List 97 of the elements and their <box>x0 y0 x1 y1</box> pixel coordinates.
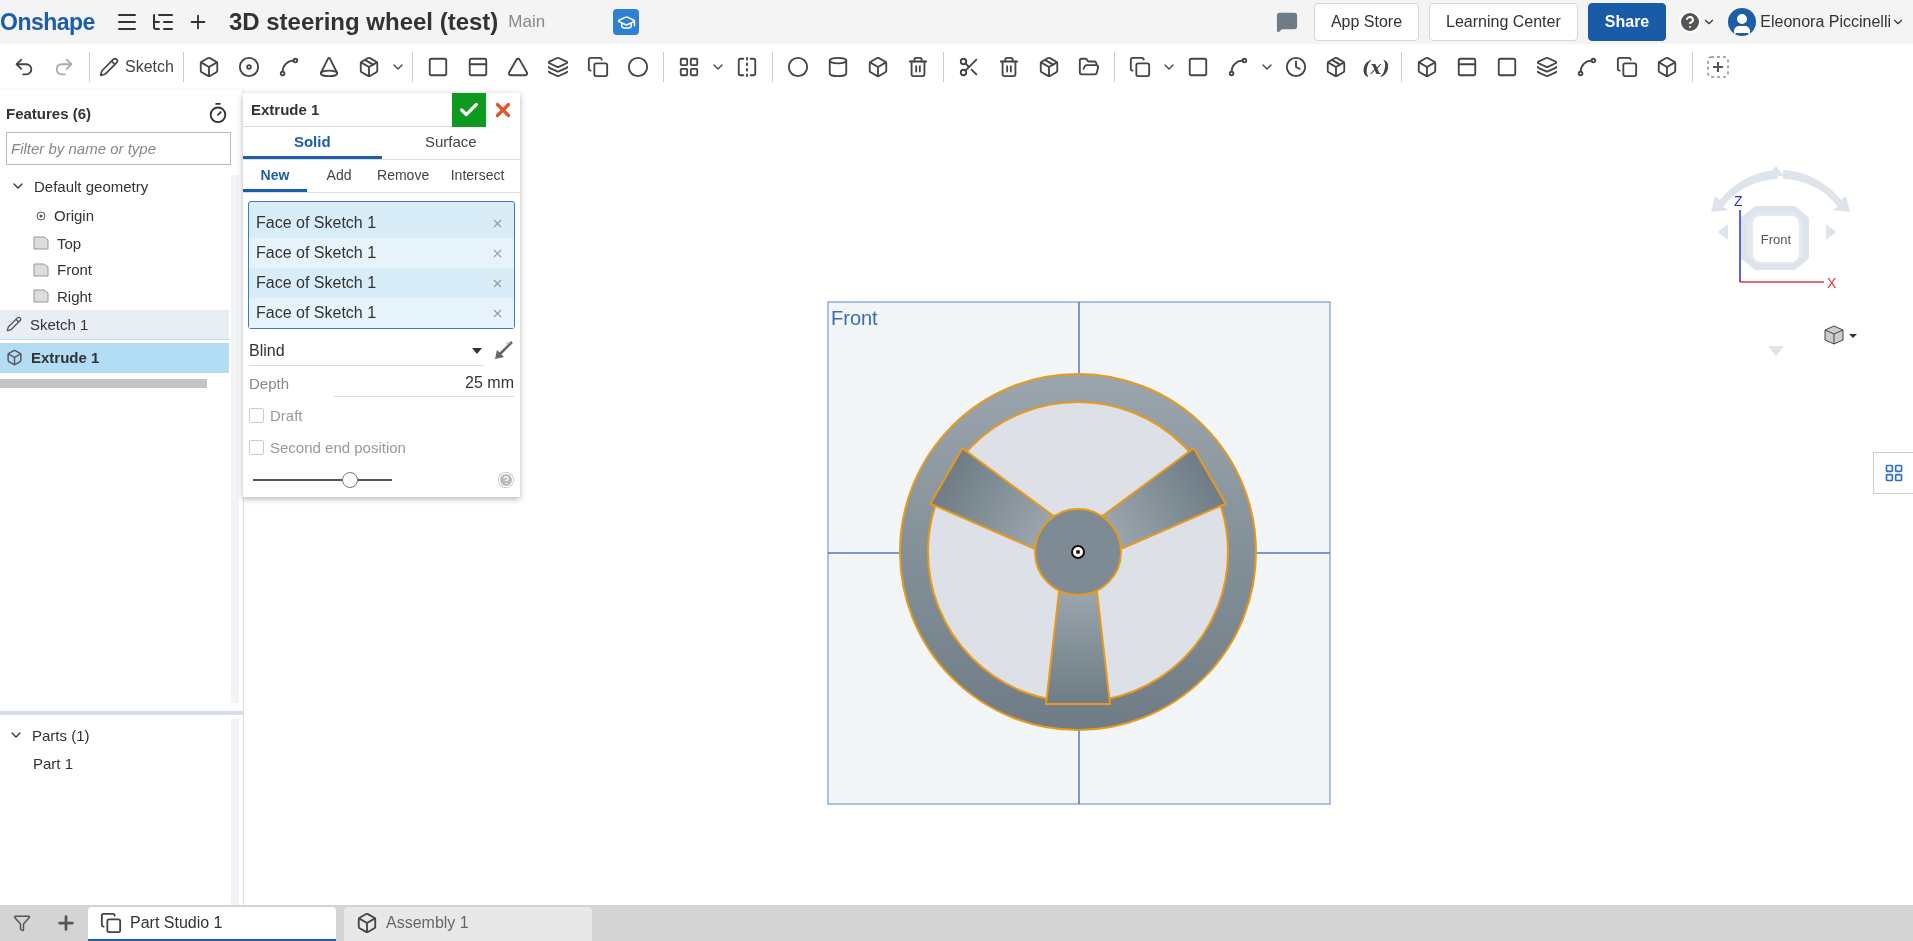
sketch-button[interactable]: Sketch <box>95 49 178 85</box>
layers-icon <box>546 56 569 78</box>
option-label: Draft <box>270 406 303 424</box>
axis-label: Z <box>1734 193 1743 209</box>
document-tab[interactable]: Part Studio 1 <box>88 907 336 941</box>
feature-item[interactable]: Origin <box>0 201 229 230</box>
option-label: Second end position <box>270 438 406 456</box>
document-title: 3D steering wheel (test) <box>228 8 499 36</box>
comment-icon[interactable] <box>1275 11 1298 33</box>
cube-icon[interactable] <box>1824 325 1844 345</box>
stopwatch-icon[interactable] <box>207 102 229 124</box>
copy-icon <box>1128 56 1151 78</box>
filter-field[interactable]: Filter by name or type <box>6 132 231 165</box>
cone-icon <box>317 56 340 78</box>
part-studio-icon <box>100 912 122 934</box>
selection-item[interactable]: Face of Sketch 1 <box>249 238 514 268</box>
spline-icon <box>1575 56 1598 78</box>
layers-icon <box>1535 56 1558 78</box>
box-icon <box>1655 56 1678 78</box>
header-button[interactable]: App Store <box>1313 3 1420 41</box>
clock-icon <box>1284 56 1307 78</box>
box-icon <box>1415 56 1438 78</box>
pencil-icon <box>99 57 119 77</box>
redo-icon <box>53 56 75 78</box>
feature-item[interactable]: Right <box>0 283 229 310</box>
slider-thumb[interactable] <box>342 472 359 488</box>
feature-item[interactable]: Top <box>0 230 229 257</box>
depth-field[interactable]: 25 mm <box>334 369 514 397</box>
spline-icon <box>277 56 300 78</box>
tree-folder[interactable]: Default geometry <box>0 171 229 201</box>
box-icon <box>6 349 23 366</box>
logo: Onshape <box>0 8 95 36</box>
disc-icon <box>237 56 260 78</box>
triangle-icon <box>506 56 529 78</box>
plane-icon <box>33 289 49 304</box>
folder-label: Default geometry <box>34 177 149 195</box>
avatar-icon <box>1728 8 1757 36</box>
panel-title: Features (6) <box>6 104 92 122</box>
plane-label: Front <box>831 307 878 329</box>
cylinder-icon <box>826 56 849 78</box>
grid-icon <box>677 56 700 78</box>
checkbox[interactable] <box>249 439 264 455</box>
spline-icon <box>1226 56 1249 78</box>
copy-icon <box>586 56 609 78</box>
tab[interactable]: Solid <box>243 127 382 159</box>
plane-icon <box>33 262 49 277</box>
graduation-cap-icon[interactable] <box>613 9 640 35</box>
caret-icon[interactable] <box>1849 334 1857 338</box>
share-button[interactable]: Share <box>1587 3 1667 41</box>
end-type-dropdown[interactable]: Blind <box>249 336 484 366</box>
tab[interactable]: New <box>243 160 307 192</box>
package-icon <box>1324 56 1347 78</box>
selection-item[interactable]: Face of Sketch 1 <box>249 298 514 328</box>
mirror-icon <box>735 56 758 78</box>
branch-label: Main <box>508 12 546 32</box>
folder-icon <box>1077 56 1100 78</box>
box-icon <box>197 56 220 78</box>
header-button[interactable]: Learning Center <box>1429 3 1578 41</box>
flip-direction-icon[interactable] <box>492 340 514 362</box>
variable-button[interactable]: (x) <box>1355 49 1396 85</box>
trash-icon <box>997 56 1020 78</box>
axis-label: X <box>1827 275 1837 291</box>
pencil-icon <box>6 316 22 332</box>
checkbox[interactable] <box>249 407 264 423</box>
parts-title: Parts (1) <box>32 726 90 744</box>
part-item[interactable]: Part 1 <box>0 749 229 777</box>
dashed-plus-icon <box>1705 55 1730 79</box>
cube-icon <box>356 912 378 934</box>
package-icon <box>357 56 380 78</box>
square-icon <box>1186 56 1209 78</box>
grid-icon <box>1883 463 1904 483</box>
panel-icon <box>466 56 489 78</box>
user-name[interactable]: Eleonora Piccinelli <box>1760 13 1891 31</box>
document-tab[interactable]: Assembly 1 <box>344 907 592 941</box>
circle-icon <box>786 56 809 78</box>
panel-icon <box>1455 56 1478 78</box>
plane-icon <box>33 236 49 251</box>
feature-item[interactable]: Front <box>0 256 229 283</box>
confirm-button[interactable] <box>452 92 486 127</box>
parts-header[interactable]: Parts (1) <box>0 721 229 749</box>
depth-label: Depth <box>249 374 290 392</box>
box-icon <box>866 56 889 78</box>
view-tool-button[interactable] <box>1873 452 1913 494</box>
feature-item[interactable]: Sketch 1 <box>0 309 229 340</box>
caret-icon <box>472 347 482 354</box>
dialog-title: Extrude 1 <box>250 101 321 118</box>
trash-icon <box>906 56 929 78</box>
square-icon <box>426 56 449 78</box>
copy-icon <box>1615 56 1638 78</box>
scissors-icon <box>957 56 980 78</box>
point-icon <box>36 210 46 221</box>
undo-icon <box>13 56 35 78</box>
circle-icon <box>626 56 649 78</box>
square-icon <box>1495 56 1518 78</box>
feature-item[interactable]: Extrude 1 <box>0 342 229 373</box>
cancel-button[interactable] <box>486 92 520 127</box>
package-icon <box>1037 56 1060 78</box>
